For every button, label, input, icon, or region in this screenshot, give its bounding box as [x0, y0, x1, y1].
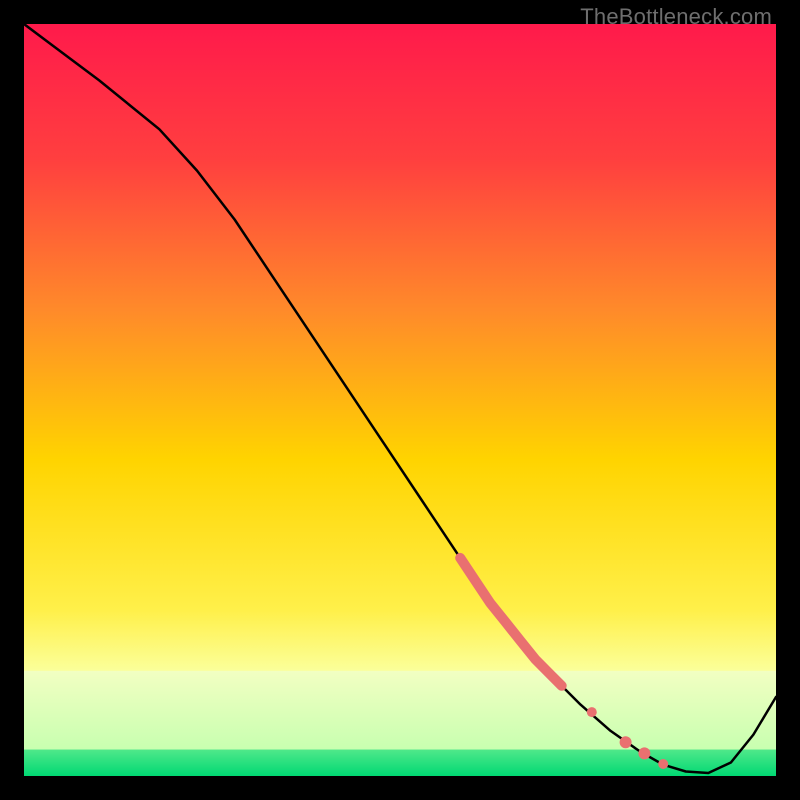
gradient-background	[24, 24, 776, 776]
highlight-dot-3	[638, 747, 650, 759]
highlight-dot-4	[658, 759, 668, 769]
highlight-dot-2	[620, 736, 632, 748]
highlight-dot-1	[587, 707, 597, 717]
chart-frame	[24, 24, 776, 776]
bottleneck-chart	[24, 24, 776, 776]
watermark-label: TheBottleneck.com	[580, 4, 772, 30]
